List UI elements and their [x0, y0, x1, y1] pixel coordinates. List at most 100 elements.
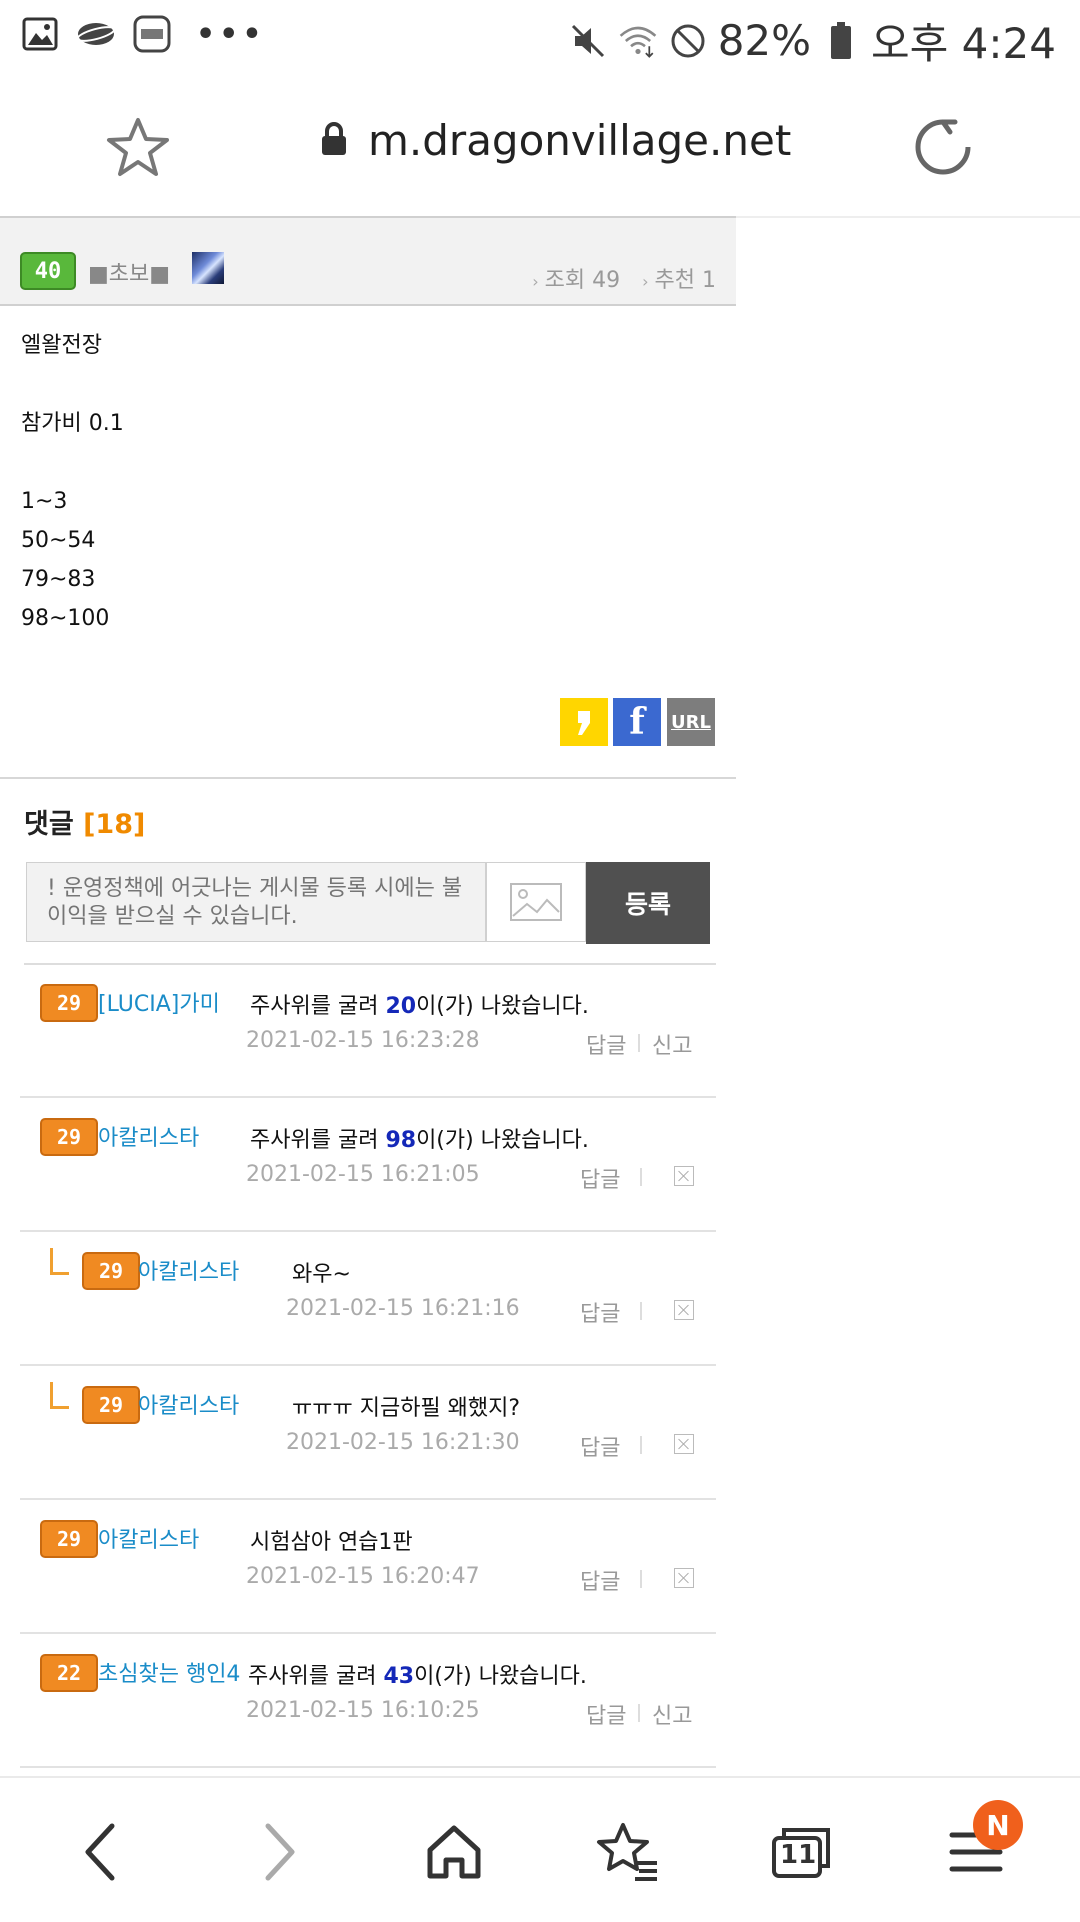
kakao-share-button[interactable] [560, 698, 608, 746]
url-field[interactable]: m.dragonvillage.net [320, 116, 791, 165]
reply-button[interactable]: 답글 [580, 1430, 620, 1462]
app-icon [132, 14, 172, 54]
post-line: 98~100 [21, 606, 110, 631]
commenter-name[interactable]: 아칼리스타 [138, 1254, 239, 1286]
delete-icon[interactable] [674, 1300, 694, 1320]
post-line: 1~3 [21, 489, 68, 514]
comment-date: 2021-02-15 16:20:47 [246, 1564, 480, 1589]
post-line: 50~54 [21, 528, 96, 553]
notification-badge: N [973, 1800, 1023, 1850]
comment-input[interactable] [26, 862, 486, 942]
tab-count: 11 [780, 1840, 817, 1870]
commenter-level-badge: 29 [40, 984, 98, 1022]
dice-number: 43 [383, 1664, 415, 1689]
post-line: 엘왈전장 [21, 333, 102, 358]
comment-item: 22 초심찾는 행인4 주사위를 굴려 43이(가) 나왔습니다. 2021-0… [20, 1634, 716, 1768]
kakao-story-icon [578, 711, 590, 735]
comment-text: 주사위를 굴려 20이(가) 나왔습니다. [250, 994, 589, 1019]
delete-icon[interactable] [674, 1568, 694, 1588]
post-content: 엘왈전장 참가비 0.1 1~3 50~54 79~83 98~100 [21, 326, 721, 638]
gallery-icon [20, 14, 60, 54]
clock: 오후 4:24 [871, 19, 1056, 68]
comments-count: [18] [83, 809, 146, 840]
comment-text: 주사위를 굴려 43이(가) 나왔습니다. [248, 1664, 587, 1689]
reply-button[interactable]: 답글 [586, 1028, 626, 1060]
reply-button[interactable]: 답글 [586, 1698, 626, 1730]
views-count: › 조회 49 [532, 268, 621, 293]
comment-item: 29 아칼리스타 시험삼아 연습1판 2021-02-15 16:20:47 답… [20, 1500, 716, 1634]
author-level-badge: 40 [20, 252, 76, 290]
commenter-name[interactable]: 초심찾는 행인4 [98, 1656, 240, 1688]
image-attach-button[interactable] [486, 862, 586, 942]
separator [638, 1034, 640, 1052]
comment-date: 2021-02-15 16:21:05 [246, 1162, 480, 1187]
back-button[interactable] [64, 1816, 136, 1888]
delete-icon[interactable] [674, 1166, 694, 1186]
wifi-icon [618, 21, 658, 61]
home-button[interactable] [418, 1816, 490, 1888]
comment-date: 2021-02-15 16:21:30 [286, 1430, 520, 1455]
more-icon: ••• [196, 16, 266, 52]
forward-button[interactable] [244, 1816, 316, 1888]
commenter-level-badge: 22 [40, 1654, 98, 1692]
commenter-name[interactable]: 아칼리스타 [98, 1522, 199, 1554]
recommend-count: › 추천 1 [642, 268, 716, 293]
back-arrow-icon [85, 1823, 115, 1881]
commenter-level-badge: 29 [82, 1252, 140, 1290]
planet-icon [76, 14, 116, 54]
delete-icon[interactable] [674, 1434, 694, 1454]
separator [640, 1570, 642, 1588]
comment-date: 2021-02-15 16:23:28 [246, 1028, 480, 1053]
commenter-level-badge: 29 [82, 1386, 140, 1424]
url-share-button[interactable]: URL [667, 698, 715, 746]
post-line [21, 443, 721, 482]
status-bar: ••• 82% 오후 4:24 [0, 0, 1080, 76]
post-line: 79~83 [21, 567, 96, 592]
bookmark-star-icon[interactable] [104, 114, 172, 182]
submit-comment-button[interactable]: 등록 [586, 862, 710, 944]
comment-item: 29 아칼리스타 주사위를 굴려 98이(가) 나왔습니다. 2021-02-1… [20, 1098, 716, 1232]
author-avatar [192, 252, 224, 284]
url-text: m.dragonvillage.net [368, 116, 792, 165]
report-button[interactable]: 신고 [652, 1698, 692, 1730]
commenter-level-badge: 29 [40, 1520, 98, 1558]
divider [0, 777, 736, 779]
dice-number: 20 [385, 994, 417, 1019]
post-line: 참가비 0.1 [21, 411, 124, 436]
dice-number: 98 [385, 1128, 417, 1153]
reply-button[interactable]: 답글 [580, 1564, 620, 1596]
comment-text: 와우~ [292, 1262, 351, 1287]
comment-date: 2021-02-15 16:21:16 [286, 1296, 520, 1321]
browser-bottom-bar: 11 [0, 1776, 1080, 1922]
separator [640, 1302, 642, 1320]
battery-percent: 82% [717, 16, 812, 65]
home-icon [427, 1825, 481, 1879]
author-name[interactable]: ■초보■ [88, 256, 170, 288]
reply-arrow-icon [50, 1248, 69, 1275]
comment-date: 2021-02-15 16:10:25 [246, 1698, 480, 1723]
post-stats: › 조회 49 › 추천 1 [532, 262, 716, 294]
reply-button[interactable]: 답글 [580, 1162, 620, 1194]
bookmarks-button[interactable] [592, 1816, 664, 1888]
image-icon [510, 883, 562, 921]
separator [638, 1704, 640, 1722]
comment-text: 시험삼아 연습1판 [250, 1530, 413, 1555]
commenter-name[interactable]: 아칼리스타 [98, 1120, 199, 1152]
commenter-name[interactable]: 아칼리스타 [138, 1388, 239, 1420]
bookmarks-star-icon [597, 1823, 657, 1881]
comments-title: 댓글 [18] [24, 809, 146, 840]
reload-icon[interactable] [910, 114, 976, 180]
facebook-share-button[interactable]: f [613, 698, 661, 746]
report-button[interactable]: 신고 [652, 1028, 692, 1060]
comment-text: 주사위를 굴려 98이(가) 나왔습니다. [250, 1128, 589, 1153]
tabs-button[interactable]: 11 [766, 1816, 838, 1888]
reply-button[interactable]: 답글 [580, 1296, 620, 1328]
comment-item-reply: 29 아칼리스타 ㅠㅠㅠ 지금하필 왜했지? 2021-02-15 16:21:… [20, 1366, 716, 1500]
battery-icon [821, 21, 861, 61]
commenter-name[interactable]: [LUCIA]가미 [98, 986, 220, 1018]
forward-arrow-icon [265, 1823, 295, 1881]
separator [640, 1436, 642, 1454]
separator [640, 1168, 642, 1186]
post-line [21, 365, 721, 404]
comment-form: 등록 [26, 862, 710, 944]
